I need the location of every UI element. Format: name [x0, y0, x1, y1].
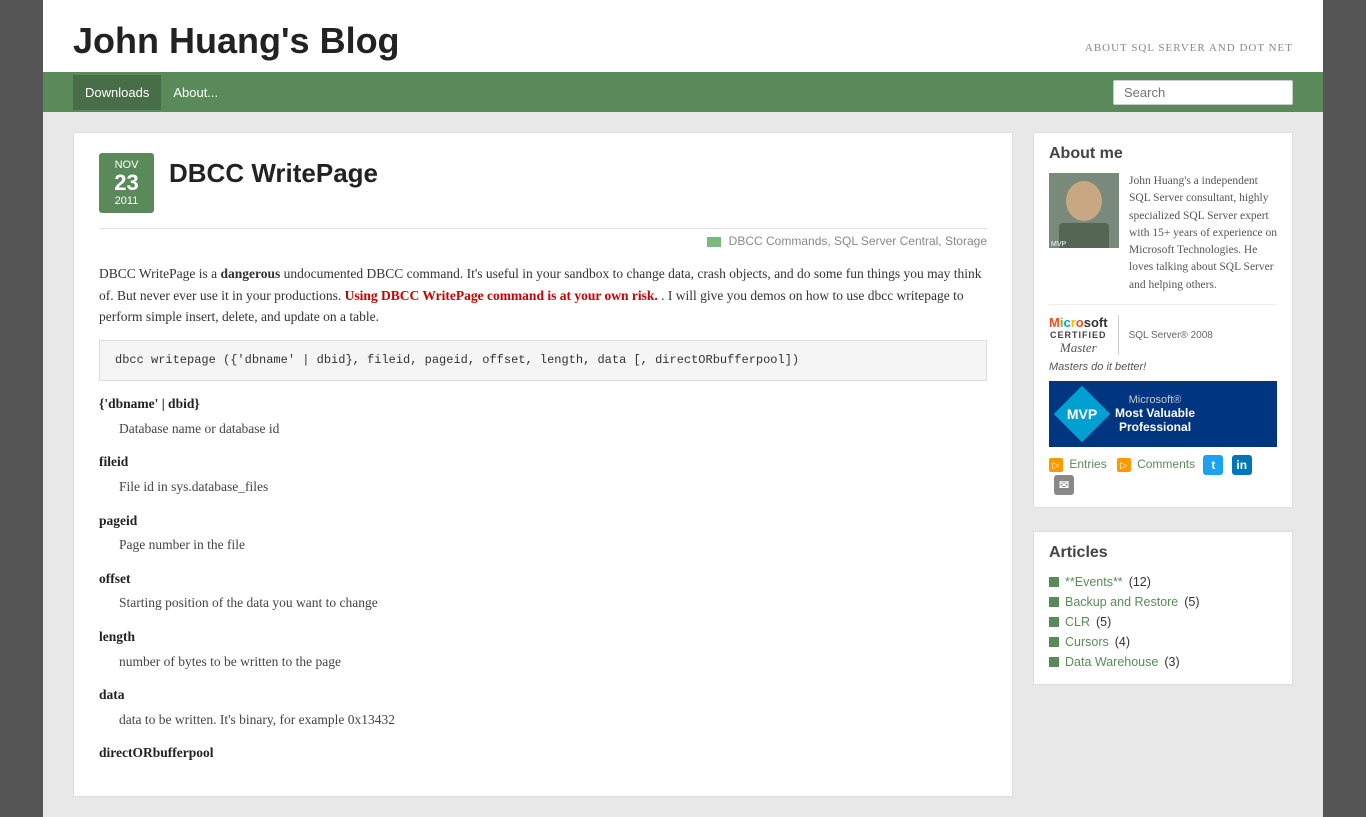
param-pageid: pageid Page number in the file	[99, 510, 987, 556]
articles-list: **Events** (12) Backup and Restore (5) C…	[1049, 572, 1277, 672]
mvp-line2: Most Valuable	[1115, 406, 1195, 420]
blog-title: John Huang's Blog	[73, 20, 400, 62]
post-date-year: 2011	[109, 195, 144, 207]
rss-entries-icon: ▷	[1049, 458, 1063, 472]
list-item: **Events** (12)	[1049, 572, 1277, 592]
article-link[interactable]: Cursors	[1065, 635, 1109, 649]
intro-text-1: DBCC WritePage is a	[99, 266, 220, 281]
post-meta: DBCC Commands, SQL Server Central, Stora…	[99, 228, 987, 248]
email-icon[interactable]: ✉	[1054, 475, 1074, 495]
code-block: dbcc writepage ({'dbname' | dbid}, filei…	[99, 340, 987, 381]
page-wrapper: John Huang's Blog ABOUT SQL SERVER AND D…	[43, 0, 1323, 817]
sidebar-divider	[1033, 523, 1293, 531]
list-item: Backup and Restore (5)	[1049, 592, 1277, 612]
article-bullet	[1049, 637, 1059, 647]
post-title: DBCC WritePage	[169, 153, 378, 189]
author-photo: MVP	[1049, 173, 1119, 248]
article-bullet	[1049, 597, 1059, 607]
about-me-content: MVP John Huang's a independent SQL Serve…	[1049, 173, 1277, 294]
param-dbname-name: {'dbname' | dbid}	[99, 393, 987, 415]
post-meta-links: DBCC Commands, SQL Server Central, Stora…	[729, 234, 987, 248]
article-bullet	[1049, 617, 1059, 627]
article-count: (12)	[1129, 575, 1151, 589]
post-intro: DBCC WritePage is a dangerous undocument…	[99, 263, 987, 328]
param-dbname-desc: Database name or database id	[99, 418, 987, 440]
comments-feed-link[interactable]: Comments	[1137, 457, 1195, 471]
param-data-name: data	[99, 684, 987, 706]
about-me-title: About me	[1049, 145, 1277, 163]
list-item: Cursors (4)	[1049, 632, 1277, 652]
mvp-line3: Professional	[1115, 420, 1195, 434]
article-count: (3)	[1164, 655, 1179, 669]
masters-tagline: Masters do it better!	[1049, 361, 1277, 373]
list-item: CLR (5)	[1049, 612, 1277, 632]
ms-certified-block: Microsoft CERTIFIED Master SQL Server® 2…	[1049, 304, 1277, 356]
nav-about[interactable]: About...	[161, 75, 230, 110]
article-link[interactable]: **Events**	[1065, 575, 1123, 589]
article-bullet	[1049, 577, 1059, 587]
param-pageid-desc: Page number in the file	[99, 534, 987, 556]
article-count: (5)	[1184, 595, 1199, 609]
param-length-desc: number of bytes to be written to the pag…	[99, 651, 987, 673]
mvp-badge-title: MVP	[1067, 406, 1097, 422]
site-tagline: ABOUT SQL SERVER AND DOT NET	[1085, 42, 1293, 62]
post-body: DBCC WritePage is a dangerous undocument…	[99, 263, 987, 764]
ms-logo-text: Microsoft	[1049, 315, 1108, 330]
site-header: John Huang's Blog ABOUT SQL SERVER AND D…	[43, 0, 1323, 72]
articles-title: Articles	[1049, 544, 1277, 562]
main-container: Nov 23 2011 DBCC WritePage DBCC Commands…	[43, 112, 1323, 817]
nav-downloads[interactable]: Downloads	[73, 75, 161, 110]
tag-icon	[707, 237, 721, 247]
param-offset-desc: Starting position of the data you want t…	[99, 592, 987, 614]
param-offset-name: offset	[99, 568, 987, 590]
post-date-day: 23	[109, 171, 144, 195]
param-data: data data to be written. It's binary, fo…	[99, 684, 987, 730]
sidebar: About me MVP John Huang's a independent …	[1033, 132, 1293, 797]
intro-bold: dangerous	[220, 266, 280, 281]
article-count: (4)	[1115, 635, 1130, 649]
ms-cert-certified: CERTIFIED	[1050, 330, 1107, 340]
article-link[interactable]: Backup and Restore	[1065, 595, 1178, 609]
param-fileid: fileid File id in sys.database_files	[99, 451, 987, 497]
ms-cert-logo: Microsoft CERTIFIED Master	[1049, 315, 1108, 356]
article-bullet	[1049, 657, 1059, 667]
linkedin-icon[interactable]: in	[1232, 455, 1252, 475]
mvp-badge: MVP Microsoft® Most Valuable Professiona…	[1049, 381, 1277, 447]
param-fileid-name: fileid	[99, 451, 987, 473]
ms-cert-product: SQL Server® 2008	[1129, 330, 1213, 341]
param-length-name: length	[99, 626, 987, 648]
param-fileid-desc: File id in sys.database_files	[99, 476, 987, 498]
param-dbname: {'dbname' | dbid} Database name or datab…	[99, 393, 987, 439]
post-date-box: Nov 23 2011	[99, 153, 154, 213]
warning-text: Using DBCC WritePage command is at your …	[345, 288, 658, 303]
cert-divider	[1118, 315, 1119, 355]
param-directorbufferpool-name: directORbufferpool	[99, 742, 987, 764]
param-directorbufferpool: directORbufferpool	[99, 742, 987, 764]
about-me-section: About me MVP John Huang's a independent …	[1033, 132, 1293, 508]
main-nav: Downloads About...	[43, 72, 1323, 112]
list-item: Data Warehouse (3)	[1049, 652, 1277, 672]
article-count: (5)	[1096, 615, 1111, 629]
about-me-description: John Huang's a independent SQL Server co…	[1129, 173, 1277, 294]
svg-text:MVP: MVP	[1051, 241, 1067, 248]
param-offset: offset Starting position of the data you…	[99, 568, 987, 614]
article-link[interactable]: CLR	[1065, 615, 1090, 629]
param-pageid-name: pageid	[99, 510, 987, 532]
entries-feed-link[interactable]: Entries	[1069, 457, 1106, 471]
post-header: Nov 23 2011 DBCC WritePage	[99, 153, 987, 213]
search-input[interactable]	[1113, 80, 1293, 105]
param-length: length number of bytes to be written to …	[99, 626, 987, 672]
article-link[interactable]: Data Warehouse	[1065, 655, 1158, 669]
ms-cert-master: Master	[1060, 340, 1097, 356]
content-area: Nov 23 2011 DBCC WritePage DBCC Commands…	[73, 132, 1013, 797]
articles-section: Articles **Events** (12) Backup and Rest…	[1033, 531, 1293, 685]
rss-comments-icon: ▷	[1117, 458, 1131, 472]
twitter-icon[interactable]: t	[1203, 455, 1223, 475]
sidebar-feeds: ▷ Entries ▷ Comments t in ✉	[1049, 455, 1277, 495]
mvp-line1: Microsoft®	[1115, 394, 1195, 406]
param-data-desc: data to be written. It's binary, for exa…	[99, 709, 987, 731]
nav-links: Downloads About...	[73, 75, 230, 110]
